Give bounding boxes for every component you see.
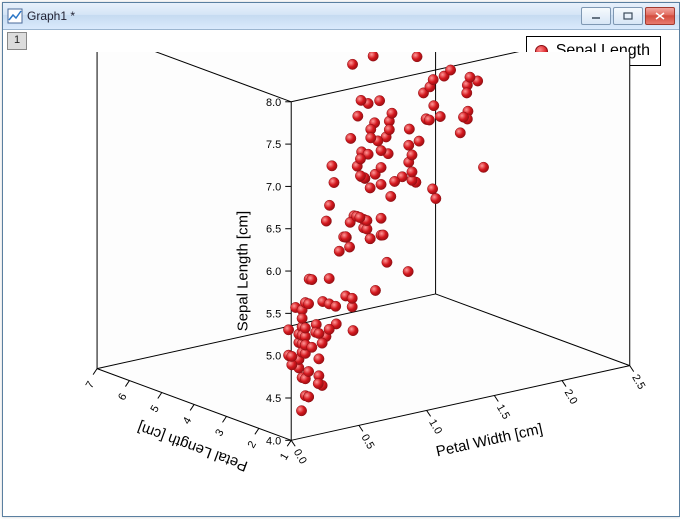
svg-text:2: 2 <box>246 439 259 450</box>
maximize-button[interactable] <box>613 7 643 25</box>
svg-text:6.0: 6.0 <box>266 266 281 278</box>
titlebar[interactable]: Graph1 * <box>3 3 679 30</box>
layer-tab[interactable]: 1 <box>7 32 27 50</box>
svg-text:4.0: 4.0 <box>266 435 281 447</box>
svg-text:7.5: 7.5 <box>266 139 281 151</box>
svg-text:0.5: 0.5 <box>358 432 376 451</box>
svg-text:5.0: 5.0 <box>266 351 281 363</box>
window-controls <box>581 7 675 25</box>
svg-text:7: 7 <box>84 379 97 390</box>
svg-text:Petal Length [cm]: Petal Length [cm] <box>135 418 250 474</box>
svg-text:7.0: 7.0 <box>266 181 281 193</box>
svg-text:1: 1 <box>278 451 291 462</box>
svg-text:1.0: 1.0 <box>426 417 444 436</box>
chart-3d[interactable]: 4.0 4.5 5.0 5.5 6.0 6.5 7.0 7.5 8.0 1 2 3 4 5 6 7 0.0 0.5… <box>11 52 671 510</box>
svg-text:4.5: 4.5 <box>266 393 281 405</box>
svg-text:0.0: 0.0 <box>291 447 309 466</box>
svg-text:2.0: 2.0 <box>562 387 580 406</box>
close-button[interactable] <box>645 7 675 25</box>
graph-window: Graph1 * 1 Sepal Length <box>2 2 680 517</box>
svg-text:5: 5 <box>148 403 161 414</box>
svg-text:6: 6 <box>116 391 129 402</box>
svg-text:4: 4 <box>181 415 194 426</box>
svg-text:6.5: 6.5 <box>266 224 281 236</box>
svg-text:8.0: 8.0 <box>266 97 281 109</box>
content-area: 1 Sepal Length 4.04.55.05.56.06.57.07.58… <box>3 30 679 516</box>
app-icon <box>7 8 23 24</box>
svg-text:Petal Width [cm]: Petal Width [cm] <box>435 420 545 460</box>
window-title: Graph1 * <box>27 9 581 23</box>
minimize-button[interactable] <box>581 7 611 25</box>
svg-text:3: 3 <box>213 427 226 438</box>
svg-text:1.5: 1.5 <box>494 402 512 421</box>
svg-text:2.5: 2.5 <box>629 372 647 391</box>
svg-text:5.5: 5.5 <box>266 308 281 320</box>
svg-text:Sepal Length [cm]: Sepal Length [cm] <box>234 211 251 331</box>
